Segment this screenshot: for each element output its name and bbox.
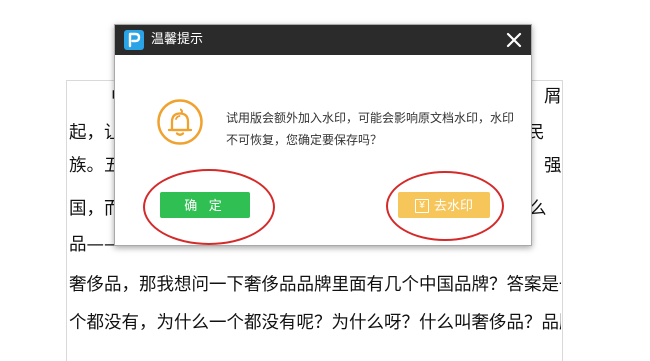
dialog-titlebar: 温馨提示 xyxy=(115,25,531,55)
close-icon[interactable] xyxy=(503,29,525,51)
warm-tip-dialog: 温馨提示 试用版会额外加入水印，可能会影响原文档水印，水印不可恢复，您确定要保存… xyxy=(114,24,532,246)
bell-icon xyxy=(156,98,204,146)
remove-watermark-label: 去水印 xyxy=(433,198,473,213)
confirm-button[interactable]: 确 定 xyxy=(160,192,250,218)
doc-line-6: 奢侈品，那我想问一下奢侈品品牌里面有几个中国品牌？答案是一 xyxy=(69,275,561,295)
app-logo-icon xyxy=(124,30,144,50)
doc-line-1-right: 屑 xyxy=(544,87,561,107)
dialog-message: 试用版会额外加入水印，可能会影响原文档水印，水印不可恢复，您确定要保存吗？ xyxy=(226,111,515,147)
doc-line-7: 个都没有，为什么一个都没有呢？为什么呀？什么叫奢侈品？品牌 xyxy=(69,313,561,333)
dialog-title: 温馨提示 xyxy=(151,32,204,47)
doc-line-3-right: 强 xyxy=(544,156,561,176)
yen-icon: ¥ xyxy=(414,198,429,213)
remove-watermark-button[interactable]: ¥ 去水印 xyxy=(398,192,490,218)
